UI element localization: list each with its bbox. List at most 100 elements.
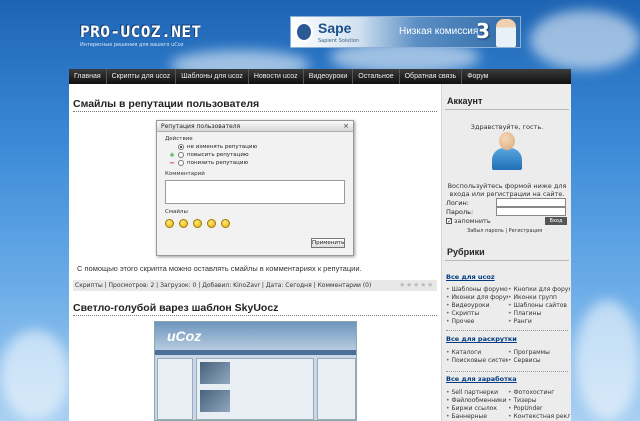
smiley-icon xyxy=(221,219,230,228)
plus-icon: + xyxy=(169,151,175,159)
site-logo[interactable]: PRO-UCOZ.NET xyxy=(80,22,202,41)
rubric-link[interactable]: Иконки групп xyxy=(508,294,570,301)
rubric-link[interactable]: Sell партнерки xyxy=(446,389,508,396)
option-raise: + повысить репутацию xyxy=(169,151,249,159)
password-label: Пароль: xyxy=(446,208,474,216)
preview-thumbnail xyxy=(200,362,230,384)
site-tagline: Интересные решения для вашего uCoz xyxy=(80,42,184,48)
reputation-dialog-image: Репутация пользователя × Действие не изм… xyxy=(156,120,354,256)
nav-item-scripts[interactable]: Скрипты для ucoz xyxy=(107,69,177,84)
rubric-link[interactable]: PopUnder xyxy=(508,405,570,412)
smiley-icon xyxy=(207,219,216,228)
cloud xyxy=(0,330,70,420)
blank-icon xyxy=(169,144,175,150)
preview-thumbnail xyxy=(200,390,230,412)
nav-item-forum[interactable]: Форум xyxy=(462,69,493,84)
main-column: Смайлы в репутации пользователя Репутаци… xyxy=(69,84,439,421)
dialog-title: Репутация пользователя xyxy=(161,123,241,130)
banner-number: 3 xyxy=(476,19,490,43)
rubric-link[interactable]: Иконки для форума xyxy=(446,294,508,301)
nav-item-news[interactable]: Новости ucoz xyxy=(249,69,304,84)
rubric-link[interactable]: Контекстная реклама xyxy=(508,413,570,420)
sidebar: Аккаунт Здравствуйте, гость. Воспользуйт… xyxy=(441,84,571,421)
remember-row[interactable]: ✓ запомнить xyxy=(446,217,491,225)
preview-left-column xyxy=(157,358,193,420)
rubric-link[interactable]: Файлообменники xyxy=(446,397,508,404)
ad-banner[interactable]: Sape Sapient Solution Низкая комиссия 3 xyxy=(290,16,521,48)
post-description: С помощью этого скрипта можно оставлять … xyxy=(77,264,362,273)
post-title[interactable]: Светло-голубой варез шаблон SkyUocz xyxy=(73,302,278,314)
nav-item-videos[interactable]: Видеоуроки xyxy=(304,69,354,84)
remember-label: запомнить xyxy=(454,217,491,225)
rubric-link[interactable]: Прочее xyxy=(446,318,508,325)
title-divider xyxy=(73,315,437,316)
radio-icon xyxy=(178,144,184,150)
banner-subtitle: Sapient Solution xyxy=(318,38,359,44)
checkbox-icon[interactable]: ✓ xyxy=(446,218,452,225)
nav-item-other[interactable]: Остальное xyxy=(353,69,400,84)
star-icon[interactable]: ★ xyxy=(420,282,426,289)
rubric-link[interactable]: Сервисы xyxy=(508,357,570,364)
rubric-link[interactable]: Баннерные xyxy=(446,413,508,420)
post-title[interactable]: Смайлы в репутации пользователя xyxy=(73,98,259,110)
site-header: PRO-UCOZ.NET Интересные решения для ваше… xyxy=(0,0,640,68)
rubric-divider xyxy=(446,330,568,331)
main-nav: Главная Скрипты для ucoz Шаблоны для uco… xyxy=(69,69,571,84)
rubric-link[interactable]: Видеоуроки xyxy=(446,302,508,309)
login-hint: Воспользуйтесь формой ниже для входа или… xyxy=(447,182,567,198)
preview-right-column xyxy=(317,358,356,420)
sape-brain-icon xyxy=(295,22,313,42)
smileys-label: Смайлы xyxy=(165,209,188,215)
rubric-list-earnings: Sell партнерки Фотохостинг Файлообменник… xyxy=(446,389,570,420)
account-links[interactable]: Забыл пароль | Регистрация xyxy=(467,228,542,234)
rubric-link[interactable]: Шаблоны форумов xyxy=(446,286,508,293)
page-content: Смайлы в репутации пользователя Репутаци… xyxy=(69,84,571,421)
rubric-link[interactable]: Кнопки для форума xyxy=(508,286,570,293)
rubric-link[interactable]: Каталоги xyxy=(446,349,508,356)
rubric-link[interactable]: Программы xyxy=(508,349,570,356)
option-label: не изменять репутацию xyxy=(187,144,258,150)
rubric-link[interactable]: Шаблоны сайтов xyxy=(508,302,570,309)
greeting: Здравствуйте, гость. xyxy=(470,123,544,131)
nav-item-templates[interactable]: Шаблоны для ucoz xyxy=(176,69,249,84)
password-input[interactable] xyxy=(496,207,566,216)
title-divider xyxy=(73,111,437,112)
rubric-group-promotion[interactable]: Все для раскрутки xyxy=(446,335,517,343)
rubric-link[interactable]: Плагины xyxy=(508,310,570,317)
rubric-link[interactable]: Биржи ссылок xyxy=(446,405,508,412)
cloud xyxy=(575,300,640,420)
dialog-titlebar: Репутация пользователя × xyxy=(157,121,353,132)
rubric-link[interactable]: Скрипты xyxy=(446,310,508,317)
rating-stars[interactable]: ★ ★ ★ ★ ★ xyxy=(399,282,433,289)
apply-button: Применить xyxy=(311,238,345,248)
rubric-link[interactable]: Тизеры xyxy=(508,397,570,404)
rubric-link[interactable]: Фотохостинг xyxy=(508,389,570,396)
smiley-icon xyxy=(179,219,188,228)
star-icon[interactable]: ★ xyxy=(399,282,405,289)
option-keep: не изменять репутацию xyxy=(169,144,257,150)
preview-nav xyxy=(155,350,356,355)
close-icon: × xyxy=(343,122,349,130)
banner-title: Sape xyxy=(318,20,352,36)
option-label: понизить репутацию xyxy=(187,160,249,166)
rubric-link[interactable]: Ранги xyxy=(508,318,570,325)
login-input[interactable] xyxy=(496,198,566,207)
rubric-group-earnings[interactable]: Все для заработка xyxy=(446,375,517,383)
rubric-link[interactable]: Поисковые системы xyxy=(446,357,508,364)
comment-textarea xyxy=(165,180,345,204)
rubric-list-promotion: Каталоги Программы Поисковые системы Сер… xyxy=(446,349,570,364)
star-icon[interactable]: ★ xyxy=(427,282,433,289)
account-title: Аккаунт xyxy=(445,96,569,110)
star-icon[interactable]: ★ xyxy=(406,282,412,289)
guest-avatar-icon xyxy=(490,132,524,170)
nav-item-home[interactable]: Главная xyxy=(69,69,107,84)
comment-label: Комментарий xyxy=(165,171,205,177)
smiley-row xyxy=(165,219,230,228)
post-meta-text[interactable]: Скрипты | Просмотров: 2 | Загрузок: 0 | … xyxy=(75,282,371,289)
banner-text: Низкая комиссия xyxy=(399,26,479,37)
rubric-group-ucoz[interactable]: Все для ucoz xyxy=(446,273,495,281)
template-preview-image[interactable]: uCoz xyxy=(154,321,357,421)
login-button[interactable]: Вход xyxy=(545,217,567,225)
star-icon[interactable]: ★ xyxy=(413,282,419,289)
nav-item-feedback[interactable]: Обратная связь xyxy=(400,69,463,84)
